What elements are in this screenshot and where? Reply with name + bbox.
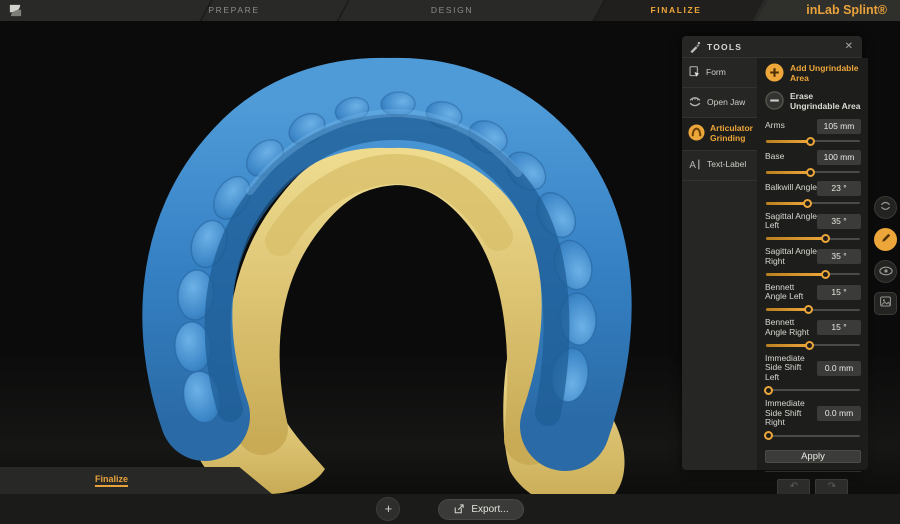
tab-prepare[interactable]: PREPARE (208, 0, 259, 21)
tools-tab-label: Open Jaw (707, 98, 745, 108)
slider-value-field[interactable]: 35 ° (817, 214, 861, 229)
top-navigation-bar: PREPARE DESIGN FINALIZE inLab Splint® (0, 0, 900, 21)
slider-label: Bennett Angle Left (765, 283, 817, 303)
slider-value-field[interactable]: 15 ° (817, 320, 861, 335)
add-button[interactable]: + (376, 497, 400, 521)
add-ungrindable-area-button[interactable]: Add Ungrindable Area (765, 63, 861, 85)
tab-design[interactable]: DESIGN (431, 0, 473, 21)
slider-value-field[interactable]: 15 ° (817, 285, 861, 300)
tools-panel-content: Add Ungrindable Area Erase Ungrindable Ar… (758, 58, 868, 470)
slider-label: Sagittal Angle Left (765, 212, 817, 232)
slider-track[interactable] (766, 234, 860, 243)
slider-track[interactable] (766, 270, 860, 279)
screenshot-icon (879, 295, 892, 313)
pencil-button[interactable] (874, 228, 897, 251)
close-icon[interactable]: ✕ (843, 40, 855, 53)
slider-row-sagittal-angle-left: Sagittal Angle Left35 ° (765, 212, 861, 244)
slider-row-immediate-side-shift-left: Immediate Side Shift Left0.0 mm (765, 354, 861, 395)
slider-row-balkwill-angle: Balkwill Angle23 ° (765, 181, 861, 208)
articulator-grinding-icon (688, 124, 705, 143)
slider-handle[interactable] (764, 431, 773, 440)
tools-tab-articulator-grinding[interactable]: Articulator Grinding (682, 118, 757, 151)
plus-circle-icon (765, 63, 784, 85)
phase-tab-finalize[interactable]: Finalize (0, 467, 272, 494)
slider-row-bennett-angle-right: Bennett Angle Right15 ° (765, 318, 861, 350)
app-logo-icon (7, 3, 24, 18)
tools-tab-list: Form Open Jaw Articulator Grinding A Text-La… (682, 58, 758, 470)
display-objects-icon (879, 199, 892, 217)
slider-handle[interactable] (806, 137, 815, 146)
slider-track[interactable] (766, 168, 860, 177)
eye-button[interactable] (874, 260, 897, 283)
export-icon (453, 503, 465, 515)
tools-tab-label: Text-Label (707, 160, 746, 170)
slider-track[interactable] (766, 386, 860, 395)
tools-tab-text-label[interactable]: A Text-Label (682, 151, 757, 181)
app-title: inLab Splint® (806, 0, 887, 21)
slider-handle[interactable] (803, 199, 812, 208)
slider-handle[interactable] (806, 168, 815, 177)
minus-circle-icon (765, 91, 784, 113)
pencil-icon (880, 231, 892, 249)
slider-value-field[interactable]: 35 ° (817, 249, 861, 264)
slider-label: Balkwill Angle (765, 183, 817, 193)
slider-track[interactable] (766, 137, 860, 146)
tools-tab-open-jaw[interactable]: Open Jaw (682, 88, 757, 118)
tools-panel: TOOLS ✕ Form Open Jaw Articulator Grinding… (682, 36, 862, 470)
tools-tab-form[interactable]: Form (682, 58, 757, 88)
tools-tab-label: Form (706, 68, 726, 78)
tab-finalize[interactable]: FINALIZE (650, 0, 701, 21)
side-toolbar (874, 196, 897, 315)
slider-row-base: Base100 mm (765, 150, 861, 177)
svg-text:A: A (689, 160, 696, 171)
slider-label: Immediate Side Shift Right (765, 399, 817, 428)
bottom-bar: + Export... (0, 494, 900, 524)
slider-handle[interactable] (764, 386, 773, 395)
slider-value-field[interactable]: 0.0 mm (817, 406, 861, 421)
slider-track[interactable] (766, 341, 860, 350)
eye-icon (879, 263, 893, 281)
text-label-icon: A (688, 158, 702, 173)
splint-3d-model[interactable] (110, 41, 670, 501)
slider-label: Immediate Side Shift Left (765, 354, 817, 383)
slider-row-sagittal-angle-right: Sagittal Angle Right35 ° (765, 247, 861, 279)
form-icon (688, 65, 701, 81)
export-button[interactable]: Export... (438, 499, 523, 520)
tools-tab-label: Articulator Grinding (710, 124, 753, 144)
open-jaw-icon (688, 95, 702, 110)
screenshot-button[interactable] (874, 292, 897, 315)
slider-handle[interactable] (821, 270, 830, 279)
slider-value-field[interactable]: 23 ° (817, 181, 861, 196)
slider-value-field[interactable]: 105 mm (817, 119, 861, 134)
slider-label: Sagittal Angle Right (765, 247, 817, 267)
area-button-label: Erase Ungrindable Area (790, 92, 861, 112)
undo-button[interactable]: ↶ (777, 479, 810, 495)
tools-panel-header: TOOLS ✕ (682, 36, 862, 58)
redo-button[interactable]: ↷ (815, 479, 848, 495)
slider-value-field[interactable]: 0.0 mm (817, 361, 861, 376)
slider-handle[interactable] (804, 305, 813, 314)
slider-value-field[interactable]: 100 mm (817, 150, 861, 165)
slider-row-bennett-angle-left: Bennett Angle Left15 ° (765, 283, 861, 315)
area-button-label: Add Ungrindable Area (790, 64, 861, 84)
slider-handle[interactable] (805, 341, 814, 350)
phase-tab-label: Finalize (95, 474, 128, 487)
slider-label: Arms (765, 121, 817, 131)
slider-handle[interactable] (821, 234, 830, 243)
erase-ungrindable-area-button[interactable]: Erase Ungrindable Area (765, 91, 861, 113)
tools-panel-title: TOOLS (707, 42, 837, 52)
history-buttons: ↶ ↷ (765, 471, 861, 495)
slider-track[interactable] (766, 199, 860, 208)
slider-track[interactable] (766, 305, 860, 314)
nav-separator (335, 0, 351, 21)
wrench-icon (689, 41, 701, 53)
slider-label: Bennett Angle Right (765, 318, 817, 338)
slider-label: Base (765, 152, 817, 162)
display-objects-button[interactable] (874, 196, 897, 219)
slider-track[interactable] (766, 431, 860, 440)
slider-row-arms: Arms105 mm (765, 119, 861, 146)
export-button-label: Export... (471, 504, 508, 515)
apply-button[interactable]: Apply (765, 450, 861, 463)
slider-row-immediate-side-shift-right: Immediate Side Shift Right0.0 mm (765, 399, 861, 440)
